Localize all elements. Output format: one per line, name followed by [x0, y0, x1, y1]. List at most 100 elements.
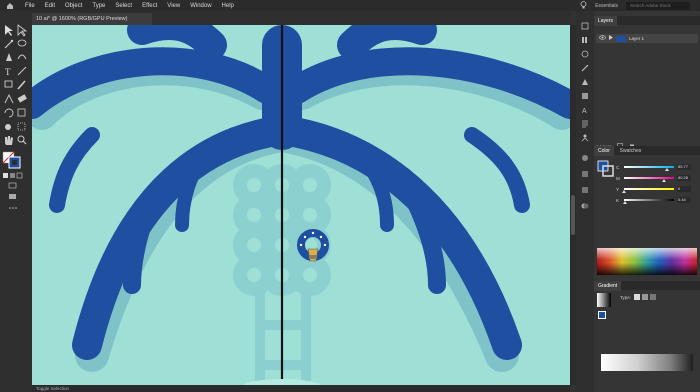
menu-window[interactable]: Window	[185, 3, 216, 9]
svg-text:T: T	[5, 67, 11, 77]
menu-right-group: Essentials Search Adobe Stock	[580, 0, 700, 11]
slider-track[interactable]	[624, 166, 674, 171]
direct-selection-tool-icon[interactable]	[17, 24, 28, 37]
hand-tool-icon[interactable]	[5, 136, 13, 145]
channel-value-field[interactable]: 0.44	[677, 197, 691, 203]
channel-value-field[interactable]: 0	[677, 186, 691, 192]
tools-panel: T	[0, 11, 32, 392]
tab-color[interactable]: Color	[594, 146, 614, 156]
home-icon[interactable]	[0, 0, 20, 11]
gradient-panel-header: Gradient	[594, 281, 700, 291]
eye-icon[interactable]	[599, 35, 606, 42]
slider-knob[interactable]	[665, 168, 669, 171]
shaper-tool-icon[interactable]	[4, 93, 14, 104]
channel-slider-c[interactable]: C 85.77	[616, 163, 696, 171]
layer-row[interactable]: Layer 1	[596, 34, 698, 43]
free-transform-tool-icon[interactable]	[17, 122, 26, 131]
channel-value-field[interactable]: 85.77	[677, 164, 691, 170]
brush-tool-icon[interactable]	[17, 80, 26, 90]
character-icon[interactable]: A	[580, 105, 590, 115]
transparency-icon[interactable]	[580, 201, 590, 211]
tab-layers[interactable]: Layers	[594, 16, 618, 26]
channel-label: K	[616, 197, 620, 203]
document-tab-label: 10 ai* @ 1600% (RGB/GPU Preview)	[36, 16, 128, 22]
color-guide-icon[interactable]	[580, 169, 590, 179]
menu-help[interactable]: Help	[217, 3, 239, 9]
slider-track[interactable]	[622, 188, 674, 193]
gradient-ramp[interactable]	[601, 354, 693, 371]
gradient-swatch[interactable]	[597, 293, 611, 307]
color-mode-icons[interactable]	[3, 172, 23, 179]
scroll-thumb[interactable]	[571, 195, 575, 235]
lightbulb-icon[interactable]	[580, 0, 587, 11]
pen-tool-icon[interactable]	[6, 53, 12, 61]
lasso-tool-icon[interactable]	[17, 39, 27, 47]
menu-select[interactable]: Select	[110, 3, 137, 9]
cursor-icon	[307, 248, 319, 262]
slider-knob[interactable]	[622, 190, 626, 193]
properties-icon[interactable]	[580, 21, 590, 31]
symbols-icon[interactable]	[580, 77, 590, 87]
channel-slider-k[interactable]: K 0.44	[616, 196, 696, 204]
slider-knob[interactable]	[622, 201, 627, 204]
freeform-gradient-button[interactable]	[650, 294, 656, 300]
scale-tool-icon[interactable]	[17, 108, 26, 117]
fill-stroke-icon[interactable]	[2, 151, 21, 169]
tab-swatches[interactable]: Swatches	[616, 146, 646, 156]
menu-object[interactable]: Object	[60, 3, 87, 9]
layers-panel-header: Layers	[594, 16, 700, 26]
disclosure-icon[interactable]	[609, 35, 613, 42]
menu-file[interactable]: File	[20, 3, 40, 9]
gradient-stroke-swatch[interactable]	[598, 311, 606, 319]
slider-knob[interactable]	[662, 179, 666, 182]
menu-effect[interactable]: Effect	[137, 3, 162, 9]
gradient-type-label: Type:	[620, 295, 632, 300]
right-panels: Layers Layer 1 1 Layer Color Swatches C8…	[594, 11, 700, 392]
document-tab-bar: 10 ai* @ 1600% (RGB/GPU Preview)	[32, 11, 570, 25]
channel-slider-m[interactable]: M 80.28	[616, 174, 696, 182]
eraser-tool-icon[interactable]	[17, 94, 27, 103]
type-tool-icon[interactable]: T	[5, 67, 11, 77]
draw-mode-icon[interactable]	[8, 182, 17, 189]
screen-mode-icon[interactable]	[9, 194, 16, 199]
zoom-tool-icon[interactable]	[17, 135, 27, 145]
navigator-icon[interactable]	[580, 49, 590, 59]
channel-value-field[interactable]: 80.28	[677, 175, 691, 181]
graphic-styles-icon[interactable]	[580, 91, 590, 101]
color-fill-stroke-icon[interactable]	[597, 159, 615, 199]
color-spectrum[interactable]	[597, 248, 697, 275]
menu-type[interactable]: Type	[87, 3, 110, 9]
line-tool-icon[interactable]	[17, 66, 27, 76]
slider-track[interactable]	[622, 199, 674, 204]
more-tools-icon[interactable]	[9, 207, 17, 209]
panel-icon-dock: A	[576, 11, 594, 392]
brushes-icon[interactable]	[580, 63, 590, 73]
layer-thumbnail	[616, 35, 626, 42]
gradient-type-buttons	[634, 294, 656, 300]
rotate-tool-icon[interactable]	[4, 108, 14, 118]
color-panel-icon[interactable]	[580, 153, 590, 163]
status-bar: Toggle Selection	[32, 385, 570, 392]
linear-gradient-button[interactable]	[634, 294, 640, 300]
tab-gradient[interactable]: Gradient	[594, 281, 622, 291]
layer-name[interactable]: Layer 1	[629, 36, 644, 41]
artboard-canvas[interactable]	[32, 25, 570, 385]
document-tab[interactable]: 10 ai* @ 1600% (RGB/GPU Preview)	[32, 13, 152, 25]
workspace-switcher[interactable]: Essentials	[595, 3, 618, 9]
libraries-icon[interactable]	[580, 35, 590, 45]
channel-label: C	[616, 164, 620, 170]
stroke-icon[interactable]	[580, 185, 590, 195]
menu-edit[interactable]: Edit	[40, 3, 60, 9]
warp-tool-icon[interactable]	[5, 124, 11, 130]
puppet-warp-icon[interactable]	[580, 133, 590, 143]
rectangle-tool-icon[interactable]	[4, 80, 13, 88]
paragraph-icon[interactable]	[580, 119, 590, 129]
channel-slider-y[interactable]: Y0	[616, 185, 696, 193]
magic-wand-tool-icon[interactable]	[4, 39, 14, 49]
menu-view[interactable]: View	[162, 3, 185, 9]
stock-search-input[interactable]: Search Adobe Stock	[626, 1, 690, 10]
selection-tool-icon[interactable]	[5, 25, 13, 36]
slider-track[interactable]	[624, 177, 674, 182]
curvature-tool-icon[interactable]	[17, 54, 27, 60]
radial-gradient-button[interactable]	[642, 294, 648, 300]
